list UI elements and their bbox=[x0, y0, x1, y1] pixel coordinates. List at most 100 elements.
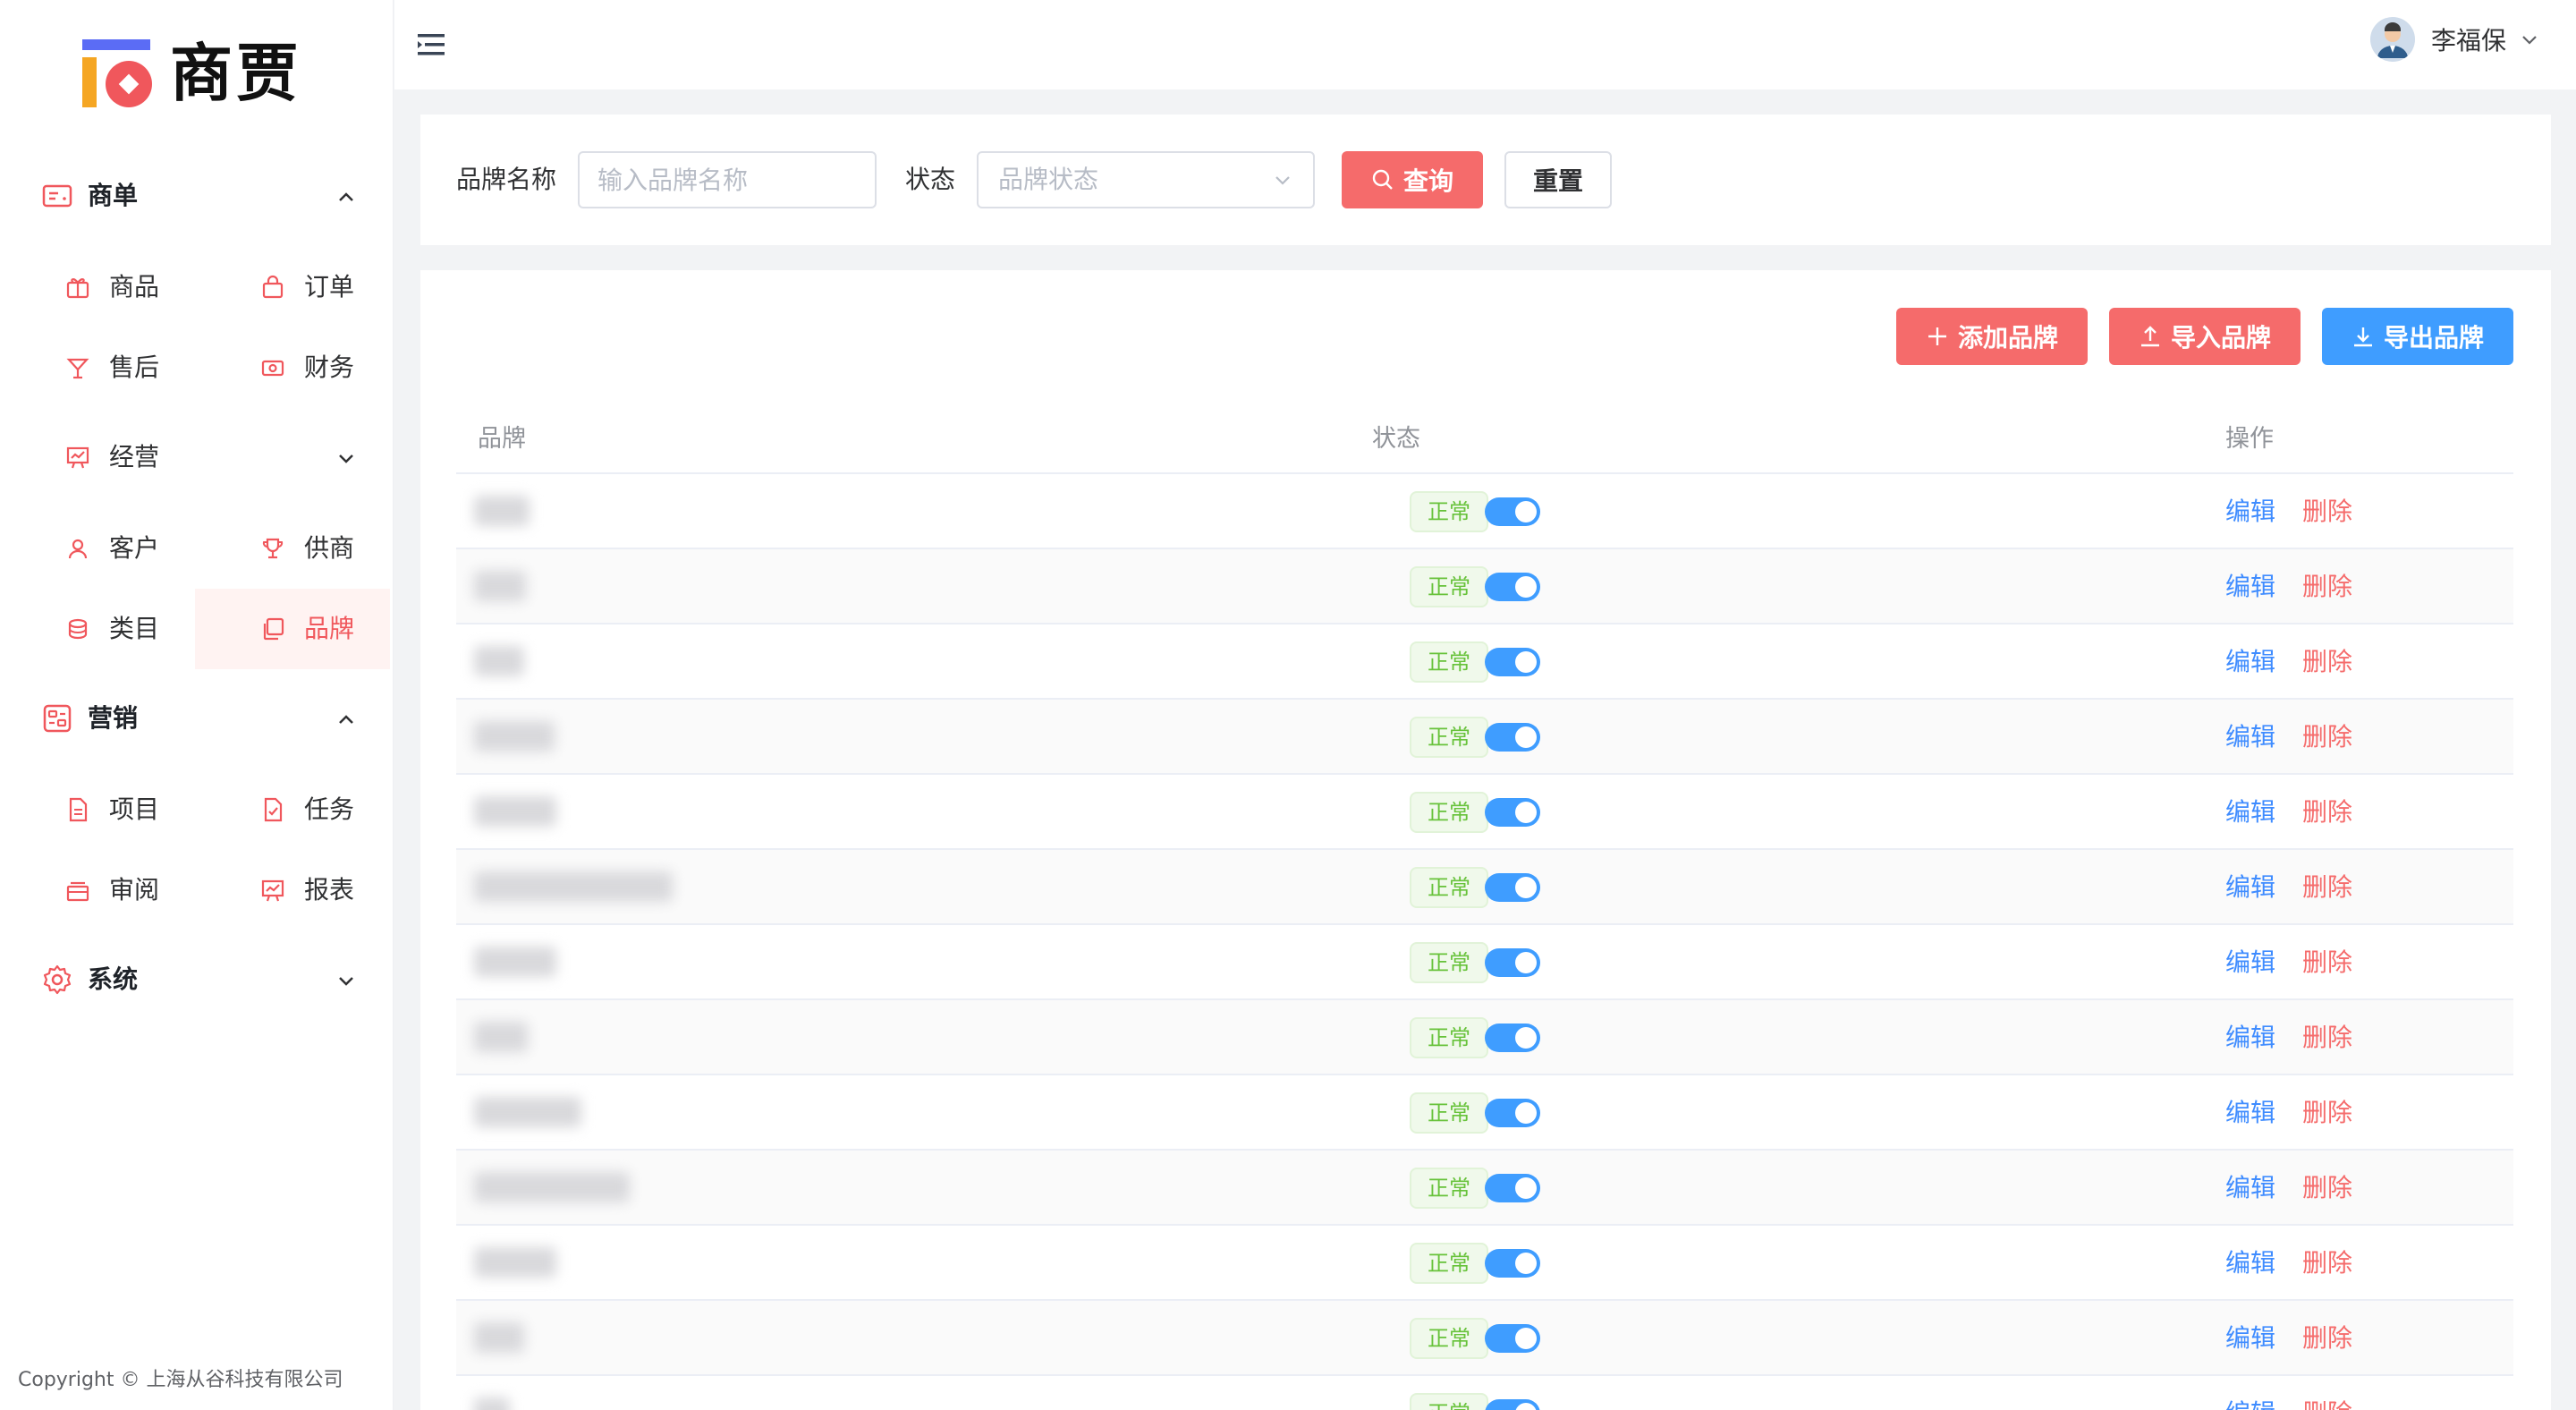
logo-text: 商贾 bbox=[170, 37, 302, 110]
nav-group-orders[interactable]: 商单 bbox=[0, 156, 394, 236]
brand-name-cell bbox=[474, 646, 524, 676]
delete-link[interactable]: 删除 bbox=[2302, 925, 2352, 1000]
query-button[interactable]: 查询 bbox=[1342, 151, 1483, 208]
presentation-chart-icon bbox=[66, 446, 89, 469]
nav-group-operations[interactable]: 经营 bbox=[0, 417, 394, 497]
edit-link[interactable]: 编辑 bbox=[2225, 1226, 2275, 1301]
sidebar-item-projects[interactable]: 项目 bbox=[0, 769, 195, 850]
delete-link[interactable]: 删除 bbox=[2302, 775, 2352, 850]
import-brand-button[interactable]: 导入品牌 bbox=[2109, 308, 2301, 365]
avatar bbox=[2369, 17, 2415, 62]
sidebar-item-customers[interactable]: 客户 bbox=[0, 508, 195, 589]
edit-link[interactable]: 编辑 bbox=[2225, 1376, 2275, 1410]
sidebar-item-categories[interactable]: 类目 bbox=[0, 589, 195, 669]
status-toggle[interactable] bbox=[1485, 873, 1540, 902]
shopping-bag-icon bbox=[262, 275, 284, 299]
money-icon bbox=[261, 360, 284, 377]
edit-link[interactable]: 编辑 bbox=[2225, 925, 2275, 1000]
edit-link[interactable]: 编辑 bbox=[2225, 624, 2275, 700]
copyright: Copyright © 上海从谷科技有限公司 bbox=[18, 1369, 343, 1391]
sidebar-item-tasks[interactable]: 任务 bbox=[195, 769, 390, 850]
edit-link[interactable]: 编辑 bbox=[2225, 1075, 2275, 1151]
gear-icon bbox=[43, 964, 72, 995]
status-badge: 正常 bbox=[1410, 867, 1488, 908]
reset-button[interactable]: 重置 bbox=[1504, 151, 1612, 208]
delete-link[interactable]: 删除 bbox=[2302, 700, 2352, 775]
edit-link[interactable]: 编辑 bbox=[2225, 775, 2275, 850]
status-toggle[interactable] bbox=[1485, 1399, 1540, 1410]
brand-name-cell bbox=[474, 796, 556, 827]
brand-name-input[interactable] bbox=[578, 151, 877, 208]
brand-name-cell bbox=[474, 496, 530, 526]
edit-link[interactable]: 编辑 bbox=[2225, 1151, 2275, 1226]
sidebar-item-review[interactable]: 审阅 bbox=[0, 850, 195, 930]
status-toggle[interactable] bbox=[1485, 573, 1540, 601]
chevron-down-icon bbox=[2522, 36, 2537, 45]
delete-link[interactable]: 删除 bbox=[2302, 1075, 2352, 1151]
download-icon bbox=[2353, 327, 2372, 347]
brand-name-cell bbox=[474, 871, 673, 902]
user-menu[interactable]: 李福保 bbox=[2369, 16, 2540, 63]
edit-link[interactable]: 编辑 bbox=[2225, 1301, 2275, 1376]
status-select[interactable]: 品牌状态 bbox=[977, 151, 1315, 208]
delete-link[interactable]: 删除 bbox=[2302, 1226, 2352, 1301]
delete-link[interactable]: 删除 bbox=[2302, 1151, 2352, 1226]
export-brand-label: 导出品牌 bbox=[2383, 323, 2484, 352]
sidebar-item-finance[interactable]: 财务 bbox=[195, 327, 390, 408]
edit-link[interactable]: 编辑 bbox=[2225, 700, 2275, 775]
reset-button-label: 重置 bbox=[1532, 166, 1583, 196]
sidebar-item-label: 客户 bbox=[109, 533, 160, 563]
status-badge: 正常 bbox=[1410, 717, 1488, 758]
sidebar-item-brands[interactable]: 品牌 bbox=[195, 589, 390, 669]
status-badge: 正常 bbox=[1410, 1318, 1488, 1359]
column-header-status: 状态 bbox=[1372, 425, 1420, 453]
edit-link[interactable]: 编辑 bbox=[2225, 1000, 2275, 1075]
edit-link[interactable]: 编辑 bbox=[2225, 474, 2275, 549]
delete-link[interactable]: 删除 bbox=[2302, 1376, 2352, 1410]
delete-link[interactable]: 删除 bbox=[2302, 549, 2352, 624]
brand-name-cell bbox=[474, 721, 555, 752]
sidebar-item-after-sales[interactable]: 售后 bbox=[0, 327, 195, 408]
brand-name-cell bbox=[474, 1322, 524, 1353]
column-header-actions: 操作 bbox=[2225, 425, 2274, 453]
delete-link[interactable]: 删除 bbox=[2302, 1301, 2352, 1376]
query-button-label: 查询 bbox=[1402, 166, 1453, 196]
status-toggle[interactable] bbox=[1485, 723, 1540, 752]
user-icon bbox=[68, 539, 88, 559]
status-toggle[interactable] bbox=[1485, 1324, 1540, 1353]
chevron-down-icon bbox=[1275, 176, 1290, 185]
edit-link[interactable]: 编辑 bbox=[2225, 850, 2275, 925]
delete-link[interactable]: 删除 bbox=[2302, 850, 2352, 925]
sidebar-item-reports[interactable]: 报表 bbox=[195, 850, 390, 930]
upload-icon bbox=[2140, 326, 2159, 347]
delete-link[interactable]: 删除 bbox=[2302, 624, 2352, 700]
brand-name-cell bbox=[474, 1172, 630, 1202]
add-brand-button[interactable]: 添加品牌 bbox=[1896, 308, 2088, 365]
status-label: 状态 bbox=[905, 165, 956, 194]
nav-group-marketing[interactable]: 营销 bbox=[0, 678, 394, 759]
export-brand-button[interactable]: 导出品牌 bbox=[2322, 308, 2513, 365]
import-brand-label: 导入品牌 bbox=[2170, 323, 2271, 352]
brand-name-cell bbox=[474, 571, 526, 601]
table-row: 正常 编辑删除 bbox=[456, 925, 2513, 1000]
status-toggle[interactable] bbox=[1485, 1249, 1540, 1278]
delete-link[interactable]: 删除 bbox=[2302, 474, 2352, 549]
sidebar-item-products[interactable]: 商品 bbox=[0, 247, 195, 327]
edit-link[interactable]: 编辑 bbox=[2225, 549, 2275, 624]
status-toggle[interactable] bbox=[1485, 497, 1540, 526]
sidebar-item-label: 报表 bbox=[304, 875, 355, 905]
status-toggle[interactable] bbox=[1485, 648, 1540, 676]
status-toggle[interactable] bbox=[1485, 1174, 1540, 1202]
delete-link[interactable]: 删除 bbox=[2302, 1000, 2352, 1075]
sidebar-item-suppliers[interactable]: 供商 bbox=[195, 508, 390, 589]
sidebar-item-label: 任务 bbox=[304, 794, 355, 824]
status-badge: 正常 bbox=[1410, 1393, 1488, 1410]
status-toggle[interactable] bbox=[1485, 948, 1540, 977]
status-toggle[interactable] bbox=[1485, 1099, 1540, 1127]
status-toggle[interactable] bbox=[1485, 1024, 1540, 1052]
status-toggle[interactable] bbox=[1485, 798, 1540, 827]
menu-fold-icon[interactable] bbox=[418, 32, 446, 57]
table-row: 正常 编辑删除 bbox=[456, 775, 2513, 850]
nav-group-system[interactable]: 系统 bbox=[0, 939, 394, 1020]
sidebar-item-orders[interactable]: 订单 bbox=[195, 247, 390, 327]
